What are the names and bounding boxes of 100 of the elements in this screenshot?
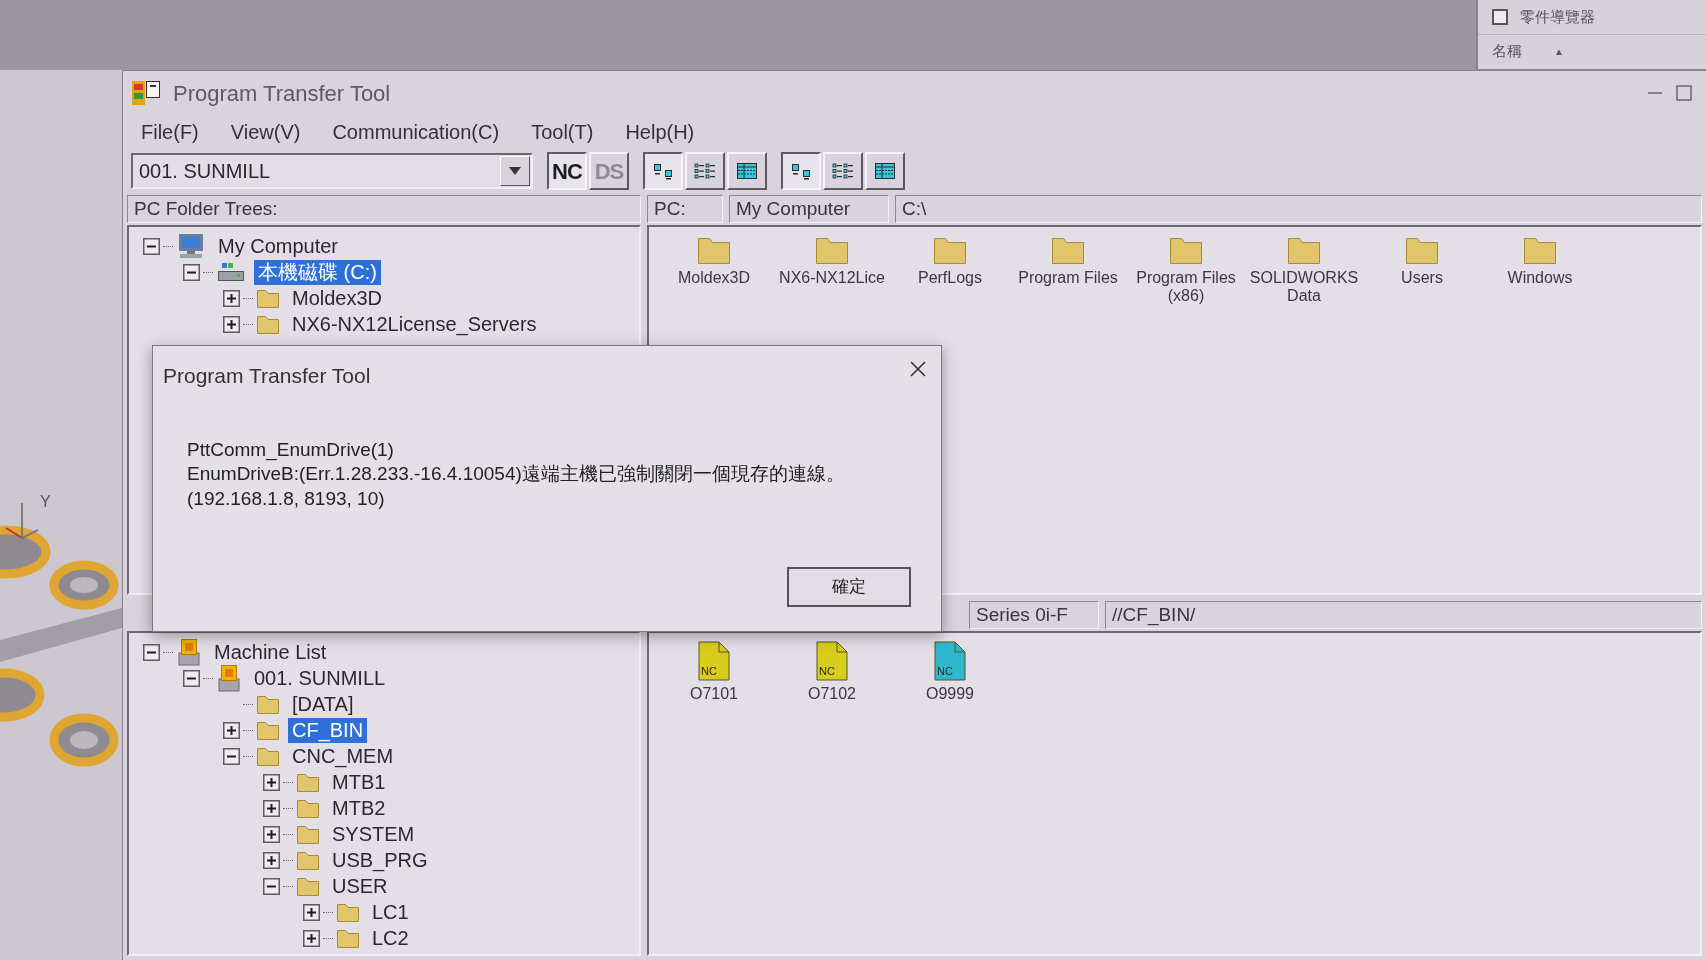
folder-icon: [256, 745, 280, 767]
folder-icon: [296, 823, 320, 845]
dialog-button[interactable]: 確定: [787, 567, 911, 607]
path-segment: PC:: [647, 195, 723, 223]
folder-icon: [256, 719, 280, 741]
checkbox[interactable]: [1492, 9, 1508, 25]
file-item[interactable]: NC O9999: [895, 641, 1005, 704]
folder-item[interactable]: Windows: [1485, 235, 1595, 288]
folder-icon: [296, 771, 320, 793]
plus-box-icon[interactable]: [223, 315, 240, 333]
mode-toggle-button[interactable]: NC: [547, 152, 587, 190]
tree-item[interactable]: MTB1: [328, 769, 390, 795]
folder-icon: [336, 901, 360, 923]
view-button[interactable]: [643, 152, 683, 190]
minus-box-icon[interactable]: [183, 669, 200, 687]
menu-item[interactable]: View(V): [214, 117, 317, 147]
plus-box-icon[interactable]: [263, 799, 280, 817]
minus-box-icon[interactable]: [143, 643, 160, 661]
folder-icon: [256, 693, 280, 715]
machine-icon: [176, 638, 202, 666]
tree-item[interactable]: NX6-NX12License_Servers: [288, 311, 541, 337]
tree-item[interactable]: 001. SUNMILL: [250, 665, 390, 691]
menu-item[interactable]: Help(H): [609, 117, 711, 147]
tree-item[interactable]: MTB2: [328, 795, 390, 821]
tree-item[interactable]: USER: [328, 873, 392, 899]
file-item[interactable]: NC O7102: [777, 641, 887, 704]
column-header[interactable]: 名稱: [1492, 40, 1522, 63]
tree-item[interactable]: [DATA]: [288, 691, 358, 717]
path-segment: Series 0i-F: [969, 601, 1099, 629]
folder-icon: [296, 849, 320, 871]
window-title: Program Transfer Tool: [173, 79, 391, 108]
tree-item[interactable]: My Computer: [214, 233, 343, 259]
folder-item[interactable]: Program Files: [1013, 235, 1123, 288]
folder-icon: [256, 287, 280, 309]
folder-icon: [933, 235, 967, 265]
large-icons-view-icon: [790, 162, 812, 180]
maximize-icon[interactable]: [1676, 85, 1692, 101]
menu-item[interactable]: File(F): [125, 117, 215, 147]
drive-icon: [216, 262, 246, 282]
menu-item[interactable]: Communication(C): [316, 117, 516, 147]
pane-header: PC Folder Trees:: [127, 195, 641, 223]
file-type-label: NC: [701, 666, 717, 677]
plus-box-icon[interactable]: [223, 721, 240, 739]
error-message: PttComm_EnumDrive(1) EnumDriveB:(Err.1.28.233.-16.4.10054)遠端主機已強制關閉一個現存的連線。 (192.168.1.8, 8193, 10): [186, 437, 846, 511]
folder-icon: [1169, 235, 1203, 265]
close-icon[interactable]: [909, 360, 927, 378]
tree-item[interactable]: CF_BIN: [288, 717, 368, 743]
dropdown-button[interactable]: [500, 156, 530, 186]
details-view-icon: [874, 162, 896, 180]
file-type-label: NC: [819, 666, 835, 677]
plus-box-icon[interactable]: [263, 773, 280, 791]
minus-box-icon[interactable]: [183, 263, 200, 281]
details-view-icon: [736, 162, 758, 180]
plus-box-icon[interactable]: [223, 289, 240, 307]
file-type-label: NC: [937, 666, 953, 677]
tree-item[interactable]: 本機磁碟 (C:): [254, 259, 381, 285]
minus-box-icon[interactable]: [223, 747, 240, 765]
tree-item[interactable]: SYSTEM: [328, 821, 419, 847]
tree-item[interactable]: USB_PRG: [328, 847, 432, 873]
large-icons-view-icon: [652, 162, 674, 180]
folder-icon: [697, 235, 731, 265]
plus-box-icon[interactable]: [303, 903, 320, 921]
folder-icon: [256, 313, 280, 335]
plus-box-icon[interactable]: [303, 929, 320, 947]
axis-label: Y: [40, 492, 51, 512]
folder-item[interactable]: NX6-NX12Lice: [777, 235, 887, 288]
folder-item[interactable]: Program Files (x86): [1131, 235, 1241, 306]
folder-icon: [1523, 235, 1557, 265]
plus-box-icon[interactable]: [263, 825, 280, 843]
minus-box-icon[interactable]: [263, 877, 280, 895]
tree-item[interactable]: Machine List: [210, 639, 331, 665]
checkbox-label: 零件導覽器: [1520, 6, 1595, 27]
folder-item[interactable]: PerfLogs: [895, 235, 1005, 288]
list-view-icon: [832, 162, 854, 180]
axis-triad-icon: [4, 500, 40, 540]
folder-icon: [1051, 235, 1085, 265]
file-item[interactable]: NC O7101: [659, 641, 769, 704]
path-segment: My Computer: [729, 195, 889, 223]
machine-icon: [216, 664, 242, 692]
view-button[interactable]: [781, 152, 821, 190]
menu-item[interactable]: Tool(T): [515, 117, 610, 147]
tree-item[interactable]: Moldex3D: [288, 285, 387, 311]
tree-item[interactable]: LC1: [368, 899, 413, 925]
folder-item[interactable]: Users: [1367, 235, 1477, 288]
folder-item[interactable]: Moldex3D: [659, 235, 769, 288]
machine-dropdown[interactable]: 001. SUNMILL: [131, 153, 533, 189]
folder-icon: [296, 875, 320, 897]
folder-icon: [1287, 235, 1321, 265]
tree-item[interactable]: CNC_MEM: [288, 743, 398, 769]
sort-indicator: ▲: [1554, 45, 1564, 59]
minus-box-icon[interactable]: [143, 237, 160, 255]
caret-down-icon: [509, 167, 521, 175]
path-segment: //CF_BIN/: [1105, 601, 1702, 629]
tree-item[interactable]: LC2: [368, 925, 413, 951]
app-icon: [131, 79, 161, 107]
folder-item[interactable]: SOLIDWORKS Data: [1249, 235, 1359, 306]
plus-box-icon[interactable]: [263, 851, 280, 869]
folder-icon: [296, 797, 320, 819]
folder-icon: [336, 927, 360, 949]
folder-icon: [815, 235, 849, 265]
